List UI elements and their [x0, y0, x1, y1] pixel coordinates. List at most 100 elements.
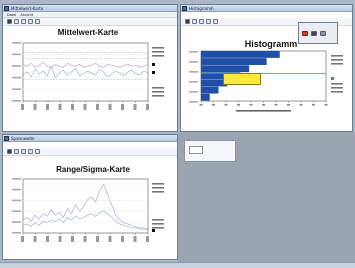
- popup-icon: [189, 146, 203, 154]
- legend-entry: [152, 191, 164, 193]
- range-chart-plot: [12, 178, 164, 242]
- x-tick-label-mark: [224, 104, 228, 106]
- x-tick-label-mark: [46, 236, 49, 242]
- x-tick-label-mark: [71, 104, 74, 110]
- app-icon: [4, 6, 9, 11]
- histogram-plot: [189, 50, 343, 112]
- toolbar-grid-icon[interactable]: [21, 19, 26, 24]
- histogram-bar: [201, 86, 219, 94]
- x-tick-label-mark: [121, 104, 124, 110]
- histogram-bar: [201, 65, 250, 73]
- legend-entry: [152, 227, 164, 229]
- legend-entry: [152, 87, 164, 89]
- y-tick-label-mark: [12, 210, 21, 212]
- range-chart-titlebar[interactable]: Spannweite: [3, 135, 177, 142]
- legend-entry: [331, 63, 343, 65]
- x-tick-label-mark: [312, 104, 315, 106]
- x-tick-label-mark: [199, 104, 203, 106]
- x-tick-label-mark: [299, 104, 303, 106]
- toolbar-settings-icon[interactable]: [35, 149, 40, 154]
- legend-entry: [152, 95, 164, 97]
- legend-marker: [152, 229, 155, 232]
- mean-chart-toolbar: [3, 18, 177, 26]
- x-tick-label-mark: [58, 236, 62, 242]
- minimize-icon[interactable]: [320, 31, 326, 36]
- x-tick-label-mark: [33, 236, 37, 242]
- x-tick-label-mark: [274, 104, 278, 106]
- close-icon[interactable]: [302, 31, 308, 36]
- app-icon: [182, 6, 187, 11]
- histogram-bar: [201, 51, 280, 58]
- app-icon: [4, 136, 9, 141]
- mean-chart-titlebar[interactable]: Mittelwert-Karte: [3, 5, 177, 12]
- toolbar-grid-icon[interactable]: [21, 149, 26, 154]
- info-popup[interactable]: [184, 140, 236, 162]
- toolbar-export-icon[interactable]: [28, 19, 33, 24]
- toolbar-print-icon[interactable]: [7, 149, 12, 154]
- legend-entry: [152, 55, 164, 57]
- legend-entry: [152, 47, 164, 49]
- y-tick-label-mark: [189, 91, 198, 93]
- toolbar-zoom-icon[interactable]: [192, 19, 197, 24]
- y-tick-label-mark: [189, 81, 198, 83]
- toolbar-export-icon[interactable]: [206, 19, 211, 24]
- range-chart-toolbar: [3, 148, 177, 156]
- histogram-bar: [201, 58, 267, 65]
- toolbar-settings-icon[interactable]: [35, 19, 40, 24]
- control-dialog[interactable]: [298, 22, 338, 44]
- legend-entry: [152, 223, 164, 225]
- x-tick-label-mark: [108, 236, 112, 242]
- toolbar-zoom-icon[interactable]: [14, 149, 19, 154]
- histogram-tooltip: [223, 73, 261, 85]
- legend-entry: [152, 51, 164, 53]
- toolbar-grid-icon[interactable]: [199, 19, 204, 24]
- x-tick-label-mark: [133, 104, 137, 110]
- plot-frame: [22, 178, 149, 234]
- mean-chart-window-title: Mittelwert-Karte: [11, 6, 44, 11]
- legend-entry: [331, 87, 343, 89]
- mean-chart-window[interactable]: Mittelwert-Karte Datei Ansicht Mittelwer…: [2, 4, 178, 132]
- legend-marker: [152, 71, 155, 74]
- legend-entry: [152, 183, 164, 185]
- toolbar-export-icon[interactable]: [28, 149, 33, 154]
- y-tick-label-mark: [189, 51, 198, 53]
- histogram-titlebar[interactable]: Histogramm: [181, 5, 352, 12]
- y-tick-label-mark: [12, 42, 21, 44]
- toolbar-print-icon[interactable]: [7, 19, 12, 24]
- legend-marker: [152, 63, 155, 66]
- maximize-icon[interactable]: [311, 31, 317, 36]
- toolbar-settings-icon[interactable]: [213, 19, 218, 24]
- y-tick-label-mark: [12, 188, 21, 191]
- taskbar: [0, 262, 355, 268]
- x-tick-label-mark: [58, 104, 62, 110]
- x-tick-label-mark: [46, 104, 49, 110]
- x-tick-label-mark: [21, 104, 24, 110]
- menu-item-datei[interactable]: Datei: [7, 12, 16, 17]
- mean-chart-title: Mittelwert-Karte: [57, 28, 119, 37]
- legend-entry: [152, 91, 164, 93]
- x-tick-label-mark: [237, 104, 240, 106]
- y-tick-label-mark: [189, 101, 198, 103]
- menu-item-ansicht[interactable]: Ansicht: [20, 12, 33, 17]
- y-tick-label-mark: [189, 61, 198, 63]
- y-tick-label-mark: [12, 65, 21, 67]
- legend-entry: [331, 83, 343, 85]
- y-tick-label-mark: [189, 71, 198, 73]
- legend-entry: [331, 91, 343, 93]
- x-tick-label-mark: [96, 104, 99, 110]
- x-tick-label-mark: [21, 236, 24, 242]
- legend-entry: [331, 59, 343, 61]
- x-tick-label-mark: [287, 104, 290, 106]
- x-tick-label-mark: [324, 104, 328, 106]
- x-tick-label-mark: [133, 236, 137, 242]
- x-tick-label-mark: [83, 104, 87, 110]
- x-tick-label-mark: [108, 104, 112, 110]
- y-tick-label-mark: [12, 76, 21, 79]
- x-axis-label-mark: [236, 110, 291, 112]
- toolbar-zoom-icon[interactable]: [14, 19, 19, 24]
- x-tick-label-mark: [212, 104, 215, 106]
- x-tick-label-mark: [33, 104, 37, 110]
- range-chart-window[interactable]: Spannweite Range/Sigma-Karte: [2, 134, 178, 260]
- y-tick-label-mark: [12, 199, 21, 202]
- toolbar-print-icon[interactable]: [185, 19, 190, 24]
